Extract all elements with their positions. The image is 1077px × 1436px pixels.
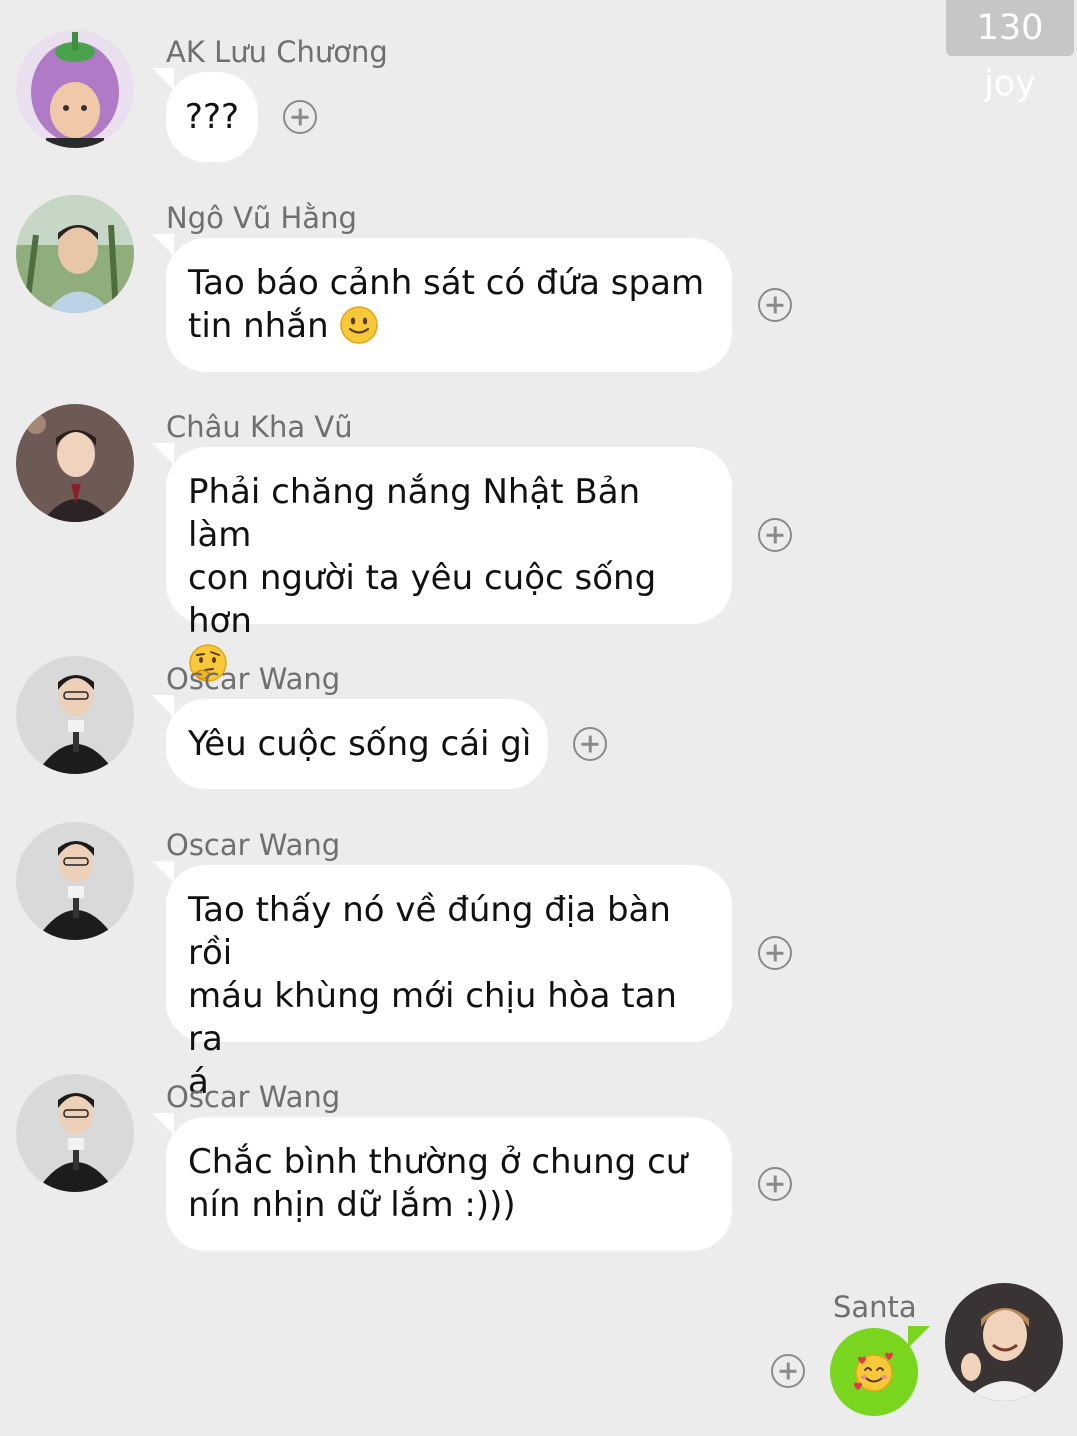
message-line: Tao báo cảnh sát có đứa spam <box>188 263 705 303</box>
smiling-face-with-hearts-icon <box>854 1352 893 1392</box>
own-sender-name: Santa <box>833 1290 917 1324</box>
stage-portrait-avatar-image <box>16 404 134 522</box>
microphone-portrait-avatar-image <box>16 656 134 774</box>
message-bubble[interactable]: Phải chăng nắng Nhật Bản làm con người t… <box>152 443 732 682</box>
bubble-tail <box>908 1326 930 1348</box>
app-watermark: 130 joy <box>946 0 1074 104</box>
message-bubble[interactable]: Tao thấy nó về đúng địa bàn rồi máu khùn… <box>152 861 732 1102</box>
avatar-santa[interactable] <box>945 1283 1063 1401</box>
bubble-tail <box>152 234 174 256</box>
eggplant-hat-avatar-image <box>16 30 134 148</box>
outdoor-portrait-avatar-image <box>16 195 134 313</box>
microphone-portrait-avatar-image <box>16 1074 134 1192</box>
message-line-with-emoji: tin nhắn <box>188 305 710 348</box>
sender-name: Oscar Wang <box>166 662 341 696</box>
add-reaction-icon[interactable] <box>758 288 792 322</box>
add-reaction-icon[interactable] <box>771 1354 805 1388</box>
sender-name: Ngô Vũ Hằng <box>166 201 357 235</box>
message-bubble[interactable]: Chắc bình thường ở chung cư nín nhịn dữ … <box>152 1113 732 1251</box>
message-line: tin nhắn <box>188 306 329 346</box>
avatar-oscar-wang[interactable] <box>16 656 134 774</box>
microphone-portrait-avatar-image <box>16 822 134 940</box>
avatar-ak-luu-chuong[interactable] <box>16 30 134 148</box>
add-reaction-icon[interactable] <box>758 518 792 552</box>
add-reaction-icon[interactable] <box>758 936 792 970</box>
message-line: nín nhịn dữ lắm :))) <box>188 1185 516 1225</box>
smiling-portrait-avatar-image <box>945 1283 1063 1401</box>
bubble-tail <box>152 443 174 465</box>
message-line: Phải chăng nắng Nhật Bản làm <box>188 472 641 555</box>
bubble-tail <box>152 695 174 717</box>
message-line: máu khùng mới chịu hòa tan ra <box>188 976 677 1059</box>
avatar-oscar-wang[interactable] <box>16 1074 134 1192</box>
sender-name: AK Lưu Chương <box>166 35 388 69</box>
avatar-ngo-vu-hang[interactable] <box>16 195 134 313</box>
message-bubble[interactable]: Tao báo cảnh sát có đứa spam tin nhắn <box>152 234 732 372</box>
sender-name: Oscar Wang <box>166 1080 341 1114</box>
message-bubble[interactable]: ??? <box>152 68 258 162</box>
message-line: Tao thấy nó về đúng địa bàn rồi <box>188 890 671 973</box>
bubble-tail <box>152 1113 174 1135</box>
bubble-tail <box>152 68 174 90</box>
sender-name: Oscar Wang <box>166 828 341 862</box>
message-bubble[interactable]: Yêu cuộc sống cái gì <box>152 695 548 789</box>
sender-name: Châu Kha Vũ <box>166 410 353 444</box>
message-line: con người ta yêu cuộc sống hơn <box>188 558 657 641</box>
avatar-chau-kha-vu[interactable] <box>16 404 134 522</box>
add-reaction-icon[interactable] <box>758 1167 792 1201</box>
avatar-oscar-wang[interactable] <box>16 822 134 940</box>
add-reaction-icon[interactable] <box>283 100 317 134</box>
bubble-tail <box>152 861 174 883</box>
message-line: Chắc bình thường ở chung cư <box>188 1142 688 1182</box>
message-line: ??? <box>184 96 240 137</box>
add-reaction-icon[interactable] <box>573 727 607 761</box>
slightly-smiling-face-icon <box>340 306 379 344</box>
own-message-bubble[interactable] <box>830 1326 930 1416</box>
message-line: Yêu cuộc sống cái gì <box>188 723 532 764</box>
